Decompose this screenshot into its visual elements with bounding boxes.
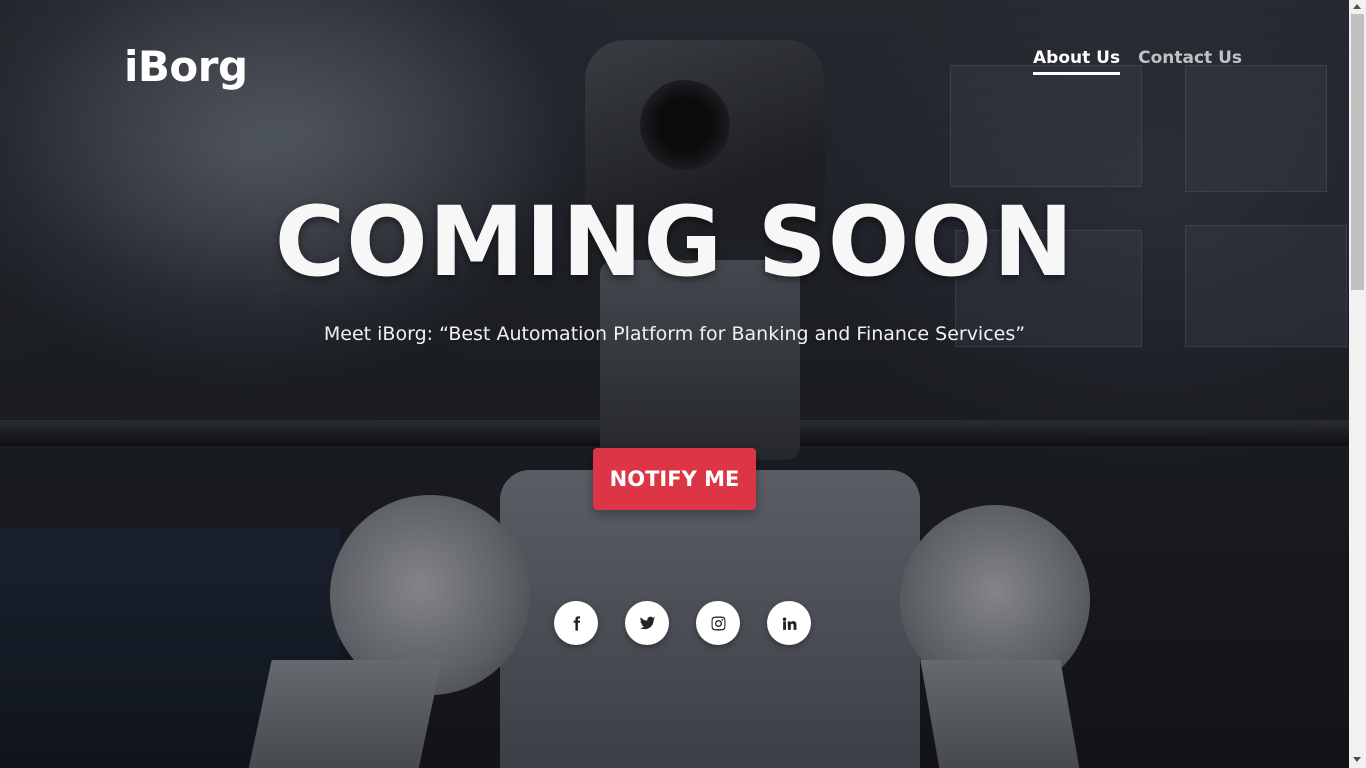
scroll-down-arrow-icon[interactable] bbox=[1353, 757, 1361, 762]
instagram-icon bbox=[711, 616, 725, 630]
linkedin-link[interactable] bbox=[767, 601, 811, 645]
scrollbar-thumb[interactable] bbox=[1351, 14, 1364, 290]
facebook-icon bbox=[573, 615, 580, 631]
dark-overlay bbox=[0, 0, 1349, 768]
site-logo[interactable]: iBorg bbox=[124, 46, 248, 88]
instagram-link[interactable] bbox=[696, 601, 740, 645]
nav-contact-us[interactable]: Contact Us bbox=[1138, 48, 1242, 75]
nav-about-us[interactable]: About Us bbox=[1033, 48, 1121, 75]
twitter-link[interactable] bbox=[625, 601, 669, 645]
page-headline: COMING SOON bbox=[274, 186, 1075, 298]
notify-me-button[interactable]: NOTIFY ME bbox=[593, 448, 756, 510]
social-links bbox=[554, 601, 811, 645]
hero-background bbox=[0, 0, 1349, 768]
facebook-link[interactable] bbox=[554, 601, 598, 645]
scroll-up-arrow-icon[interactable] bbox=[1353, 4, 1361, 9]
twitter-icon bbox=[639, 616, 655, 629]
main-nav: About Us Contact Us bbox=[1033, 48, 1242, 75]
page-tagline: Meet iBorg: “Best Automation Platform fo… bbox=[323, 323, 1026, 345]
linkedin-icon bbox=[782, 616, 796, 630]
